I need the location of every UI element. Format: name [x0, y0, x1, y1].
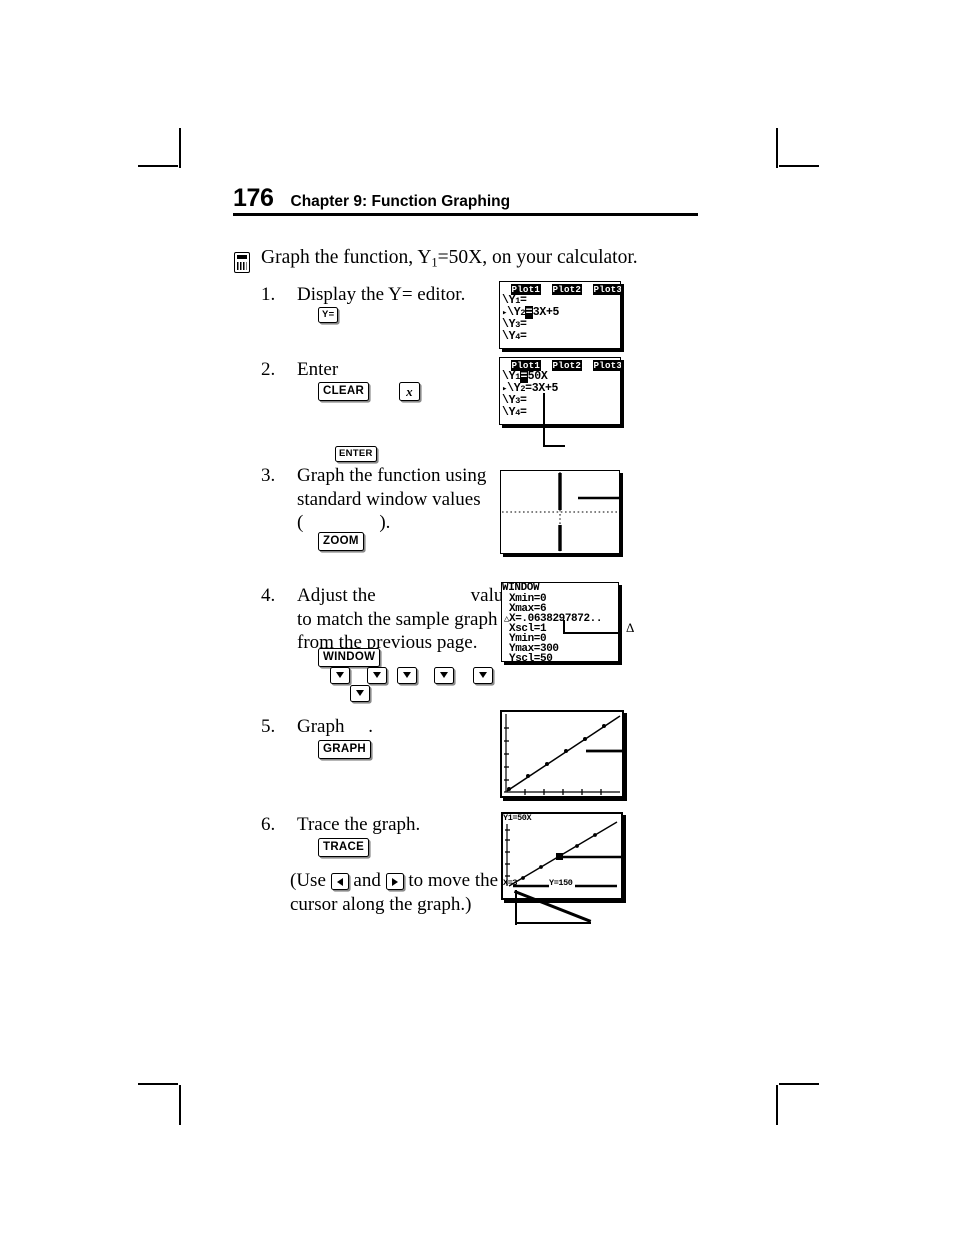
- step-3: 3. Graph the function using standard win…: [261, 464, 491, 535]
- trace-function-label: Y1=50X: [503, 813, 532, 823]
- step-1-keys: Y=: [318, 306, 339, 324]
- y4-label-before: \Y: [502, 330, 516, 343]
- key-graph[interactable]: GRAPH: [318, 740, 372, 759]
- key-clear[interactable]: CLEAR: [318, 382, 370, 401]
- header-rule: [233, 213, 698, 216]
- step-4-text-line-2: to match the sample graph: [297, 608, 498, 630]
- editor-cursor-leader-vertical: [543, 421, 546, 447]
- plot-tab-2[interactable]: Plot2: [552, 284, 582, 295]
- y4-line-after[interactable]: \Y4=: [502, 407, 527, 419]
- plot-tab-2-after[interactable]: Plot2: [552, 360, 582, 371]
- step-1-text: Display the Y= editor.: [297, 284, 466, 305]
- crop-mark-top-left-vertical: [179, 128, 181, 168]
- crop-mark-top-right-horizontal: [779, 165, 819, 167]
- intro-text-before: Graph the function, Y: [261, 247, 432, 268]
- trace-callout-bottom: [515, 922, 591, 925]
- crop-mark-bottom-left-vertical: [179, 1085, 181, 1125]
- standard-window-graph-screen: [500, 470, 624, 558]
- editor-cursor-leader-horizontal: [543, 445, 565, 448]
- trace-x-value: X=3: [503, 878, 518, 888]
- y-editor-screen-after: Plot1 Plot2 Plot3 \Y1=50X ▸\Y2=3X+5 \Y3=…: [499, 357, 625, 448]
- step-6-text: Trace the graph.: [297, 814, 421, 835]
- step-5-number: 5.: [261, 716, 276, 737]
- step-4-arrow-keys-row-2: [350, 684, 370, 702]
- step-3-keys: ZOOM: [318, 532, 364, 551]
- step-6-note-before: (Use: [290, 870, 331, 891]
- crop-mark-bottom-right-vertical: [776, 1085, 778, 1125]
- step-1: 1. Display the Y= editor.: [261, 283, 491, 307]
- standard-graph-plot: [502, 472, 619, 552]
- window-editor-screen: WINDOW Xmin=0 Xmax=6 △X=.0638297872.. Xs…: [501, 582, 623, 666]
- step-3-text-line-1: Graph the function using: [297, 465, 487, 486]
- step-6: 6. Trace the graph.: [261, 813, 501, 837]
- key-down-arrow-1[interactable]: [330, 667, 350, 684]
- crop-mark-top-right-vertical: [776, 128, 778, 168]
- adjusted-window-graph-screen: [500, 710, 628, 802]
- step-5-text: Graph .: [297, 716, 373, 737]
- step-6-note-mid: and: [348, 870, 386, 891]
- y4-line-before[interactable]: \Y4=: [502, 331, 527, 343]
- step-4-arrow-keys-row-1: [330, 666, 493, 684]
- step-2-enter-key: ENTER: [335, 445, 377, 463]
- key-trace[interactable]: TRACE: [318, 838, 370, 857]
- step-6-note: (Use and to move the cursor along the gr…: [290, 869, 500, 916]
- step-3-number: 3.: [261, 465, 276, 486]
- chapter-title: Chapter 9: Function Graphing: [290, 193, 511, 210]
- step-6-note-after: to move the: [403, 870, 499, 891]
- crop-mark-bottom-right-horizontal: [779, 1083, 819, 1085]
- trace-graph-screen: Y1=50X X=3 Y=150: [501, 812, 627, 925]
- intro-text-after: =50X, on your calculator.: [437, 247, 638, 268]
- key-x-variable[interactable]: x: [399, 382, 420, 401]
- window-callout-horizontal: [563, 632, 619, 635]
- step-1-number: 1.: [261, 284, 276, 305]
- plot-tabs-before: Plot1 Plot2 Plot3: [511, 284, 621, 295]
- trace-y-value: Y=150: [549, 878, 573, 888]
- crop-mark-top-left-horizontal: [138, 165, 178, 167]
- trace-callout-left-vertical: [515, 890, 518, 925]
- step-2-text: Enter: [297, 359, 339, 380]
- step-2-number: 2.: [261, 359, 276, 380]
- key-enter[interactable]: ENTER: [335, 446, 377, 463]
- key-down-arrow-2[interactable]: [367, 667, 387, 684]
- key-down-arrow-4[interactable]: [434, 667, 454, 684]
- page-number: 176: [233, 184, 274, 212]
- key-zoom[interactable]: ZOOM: [318, 532, 364, 551]
- step-4-window-key: WINDOW: [318, 648, 381, 667]
- key-y-equals[interactable]: Y=: [318, 307, 339, 324]
- step-2: 2. Enter: [261, 358, 491, 382]
- key-down-arrow-5[interactable]: [473, 667, 493, 684]
- step-5-keys: GRAPH: [318, 740, 372, 759]
- plot-tab-3-after[interactable]: Plot3: [593, 360, 621, 371]
- step-4-text-line-1: Adjust the values: [297, 585, 520, 606]
- key-down-arrow-6[interactable]: [350, 685, 370, 702]
- step-6-keys: TRACE: [318, 838, 370, 857]
- step-2-keys: CLEAR x: [318, 382, 420, 401]
- calculator-icon: [234, 252, 250, 273]
- key-right-arrow[interactable]: [385, 873, 404, 890]
- step-3-text-line-3: ( ).: [297, 512, 391, 533]
- window-callout-delta-symbol: Δ: [626, 620, 635, 635]
- plot-tab-3[interactable]: Plot3: [593, 284, 621, 295]
- adjusted-graph-plot: [504, 714, 624, 795]
- y4-eq-before: =: [520, 330, 527, 343]
- key-left-arrow[interactable]: [330, 873, 349, 890]
- intro-sentence: Graph the function, Y1=50X, on your calc…: [261, 247, 638, 271]
- step-6-number: 6.: [261, 814, 276, 835]
- step-5: 5. Graph .: [261, 715, 491, 739]
- step-4-number: 4.: [261, 585, 276, 606]
- y4-label-after: \Y: [502, 406, 516, 419]
- window-row-yscl[interactable]: Yscl=50: [509, 653, 553, 662]
- key-down-arrow-3[interactable]: [397, 667, 417, 684]
- step-4: 4. Adjust the values to match the sample…: [261, 584, 520, 655]
- crop-mark-bottom-left-horizontal: [138, 1083, 178, 1085]
- key-window[interactable]: WINDOW: [318, 648, 381, 667]
- y-editor-screen-before: Plot1 Plot2 Plot3 \Y1= ▸\Y2=3X+5 \Y3= \Y…: [499, 281, 625, 353]
- step-6-note-line-2: cursor along the graph.): [290, 893, 472, 915]
- y2-expr-before: 3X+5: [532, 306, 560, 319]
- page-header: 176 Chapter 9: Function Graphing: [233, 186, 698, 211]
- step-3-text-line-2: standard window values: [297, 488, 481, 510]
- y4-eq-after: =: [520, 406, 527, 419]
